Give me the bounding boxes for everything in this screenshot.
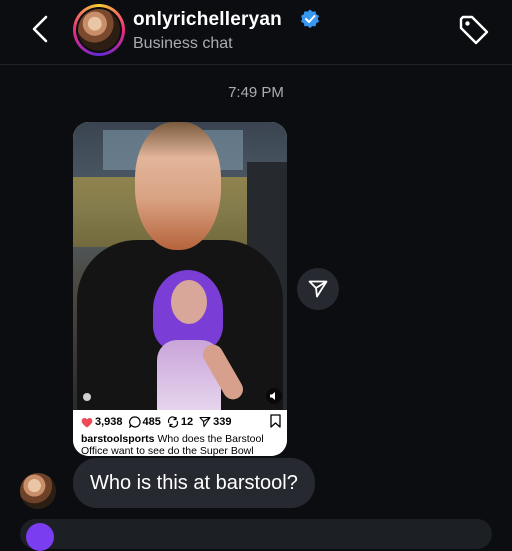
paper-plane-icon	[199, 416, 211, 428]
comments-stat: 485	[128, 416, 161, 428]
verified-badge-icon	[301, 9, 319, 29]
person-cutout	[153, 270, 249, 410]
post-footer: 3,938 485 12 339 barstoolsports Who does…	[73, 410, 287, 456]
media-indicator	[83, 393, 91, 401]
post-stats: 3,938 485 12 339	[81, 414, 238, 430]
bookmark-icon[interactable]	[270, 414, 281, 428]
tag-button[interactable]	[457, 13, 491, 47]
heart-icon	[81, 417, 93, 427]
camera-icon[interactable]	[26, 523, 54, 551]
avatar-image	[78, 9, 120, 51]
back-button[interactable]	[26, 14, 56, 44]
chevron-left-icon	[32, 15, 48, 43]
post-caption: barstoolsports Who does the Barstool Off…	[81, 433, 281, 456]
username[interactable]: onlyrichelleryan	[133, 9, 282, 31]
message-timestamp: 7:49 PM	[228, 84, 284, 101]
speaker-icon	[270, 392, 275, 400]
comments-count: 485	[142, 416, 161, 428]
likes-stat: 3,938	[81, 416, 123, 428]
post-media[interactable]	[73, 122, 287, 410]
person-head	[135, 122, 221, 250]
reposts-stat: 12	[167, 416, 193, 428]
share-post-button[interactable]	[297, 268, 339, 310]
tag-icon	[459, 15, 489, 45]
profile-avatar[interactable]	[73, 4, 125, 56]
message-composer[interactable]	[20, 519, 492, 551]
paper-plane-icon	[308, 280, 328, 298]
chat-header: onlyrichelleryan Business chat	[0, 0, 512, 65]
shares-count: 339	[213, 416, 232, 428]
post-author[interactable]: barstoolsports	[81, 433, 155, 445]
repost-icon	[167, 416, 178, 428]
likes-count: 3,938	[95, 416, 123, 428]
reposts-count: 12	[180, 416, 194, 428]
sound-toggle-button[interactable]	[266, 388, 282, 404]
message-bubble[interactable]: Who is this at barstool?	[73, 458, 315, 508]
speech-bubble-icon	[128, 416, 141, 428]
chat-subtitle: Business chat	[133, 35, 233, 52]
shares-stat: 339	[199, 416, 232, 428]
sender-avatar[interactable]	[20, 473, 56, 509]
shared-post-card[interactable]: 3,938 485 12 339 barstoolsports Who does…	[73, 122, 287, 456]
